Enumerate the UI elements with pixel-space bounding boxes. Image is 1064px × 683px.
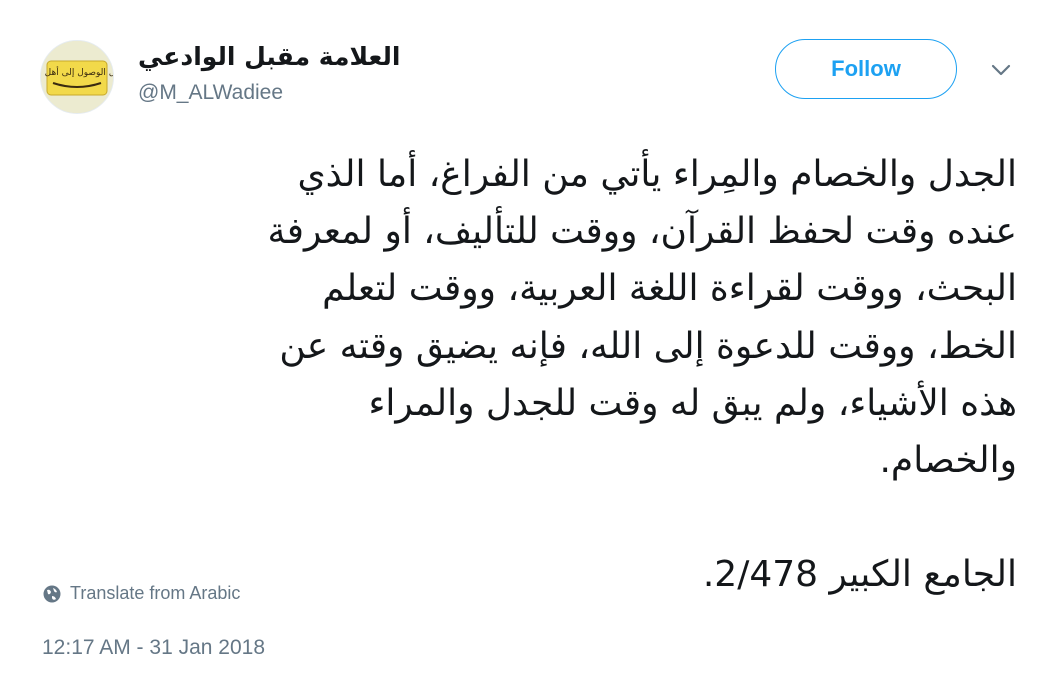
tweet-text-line: الخط، ووقت للدعوة إلى الله، فإنه يضيق وق… [279, 325, 1017, 367]
translate-link[interactable]: Translate from Arabic [42, 583, 240, 604]
chevron-down-icon[interactable] [990, 62, 1012, 78]
avatar[interactable]: تسهيل الوصول إلى أهل السنة [40, 40, 114, 114]
tweet-timestamp[interactable]: 12:17 AM - 31 Jan 2018 [42, 636, 265, 660]
translate-label: Translate from Arabic [70, 583, 241, 603]
tweet-text-line: والخصام. [879, 440, 1017, 482]
globe-icon [43, 585, 61, 602]
tweet-text: الجدل والخصام والمِراء يأتي من الفراغ، أ… [40, 146, 1017, 604]
avatar-logo-text: تسهيل الوصول إلى أهل السنة [41, 66, 113, 78]
tweet-text-line: هذه الأشياء، ولم يبق له وقت للجدل والمرا… [368, 382, 1018, 424]
tweet-text-line: عنده وقت لحفظ القرآن، ووقت للتأليف، أو ل… [267, 211, 1017, 253]
account-logo-avatar: تسهيل الوصول إلى أهل السنة [41, 41, 113, 113]
tweet-text-line: الجدل والخصام والمِراء يأتي من الفراغ، أ… [297, 154, 1017, 195]
display-name[interactable]: العلامة مقبل الوادعي [138, 40, 401, 74]
user-handle[interactable]: @M_ALWadiee [138, 80, 283, 106]
follow-button[interactable]: Follow [775, 39, 957, 99]
tweet-text-line: البحث، ووقت لقراءة اللغة العربية، ووقت ل… [322, 268, 1017, 310]
